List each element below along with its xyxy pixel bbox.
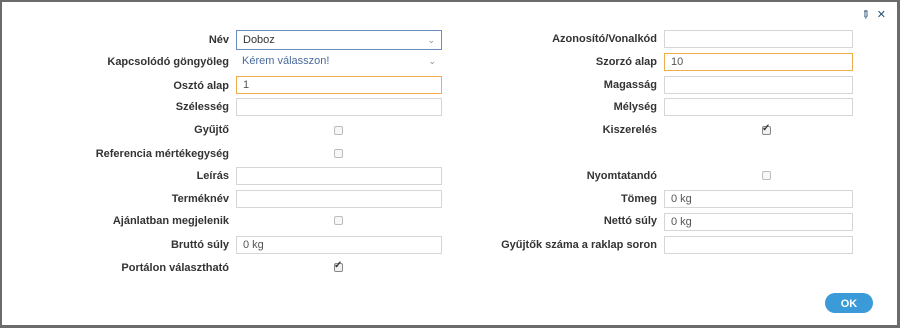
label-oszto-alap: Osztó alap bbox=[173, 80, 229, 92]
label-gyujtok-szama-raklap-soron: Gyűjtők száma a raklap soron bbox=[501, 239, 657, 251]
szorzo-alap-input[interactable]: 10 bbox=[664, 53, 853, 71]
label-portalon-valaszthato: Portálon választható bbox=[121, 262, 229, 274]
chevron-down-icon: ⌄ bbox=[428, 56, 436, 66]
oszto-alap-input[interactable]: 1 bbox=[236, 76, 442, 94]
portalon-valaszthato-checkbox[interactable] bbox=[334, 260, 343, 272]
nev-value: Doboz bbox=[243, 34, 275, 46]
nyomtatando-checkbox[interactable] bbox=[762, 171, 771, 180]
referencia-mertekegyseg-checkbox[interactable] bbox=[334, 149, 343, 158]
label-szelesseg: Szélesség bbox=[175, 101, 229, 113]
szelesseg-input[interactable] bbox=[236, 98, 442, 116]
label-termeknev: Terméknév bbox=[171, 193, 229, 205]
label-brutto-suly: Bruttó súly bbox=[170, 239, 229, 251]
kapcsolodo-gongyoleg-value: Kérem válasszon! bbox=[242, 55, 330, 67]
gyujtok-szama-raklap-soron-input[interactable] bbox=[664, 236, 853, 254]
tomeg-input[interactable]: 0 kg bbox=[664, 190, 853, 208]
label-nev: Név bbox=[208, 34, 229, 46]
label-kapcsolodo-gongyoleg: Kapcsolódó göngyöleg bbox=[107, 56, 229, 68]
netto-suly-input[interactable]: 0 kg bbox=[664, 213, 853, 231]
label-azonosito-vonalkod: Azonosító/Vonalkód bbox=[552, 33, 657, 45]
gyujto-checkbox[interactable] bbox=[334, 126, 343, 135]
kiszereles-checkbox[interactable] bbox=[762, 123, 771, 135]
label-netto-suly: Nettó súly bbox=[603, 215, 657, 227]
kapcsolodo-gongyoleg-select[interactable]: Kérem válasszon! ⌄ bbox=[236, 52, 442, 72]
label-leiras: Leírás bbox=[196, 170, 229, 182]
leiras-input[interactable] bbox=[236, 167, 442, 185]
ajanlatban-megjelenik-checkbox[interactable] bbox=[334, 216, 343, 225]
azonosito-vonalkod-input[interactable] bbox=[664, 30, 853, 48]
dialog-frame bbox=[0, 0, 900, 328]
label-referencia-mertekegyseg: Referencia mértékegység bbox=[95, 148, 229, 160]
nev-select[interactable]: Doboz ⌄ bbox=[236, 30, 442, 50]
dialog-toolbar: ✎ ✕ bbox=[857, 8, 886, 23]
ok-button[interactable]: OK bbox=[825, 293, 873, 313]
chevron-down-icon: ⌄ bbox=[427, 35, 435, 45]
label-gyujto: Gyűjtő bbox=[194, 124, 229, 136]
label-melyseg: Mélység bbox=[613, 101, 657, 113]
label-tomeg: Tömeg bbox=[620, 193, 657, 205]
label-nyomtatando: Nyomtatandó bbox=[586, 170, 657, 182]
melyseg-input[interactable] bbox=[664, 98, 853, 116]
label-kiszereles: Kiszerelés bbox=[602, 124, 657, 136]
frame-border-left bbox=[0, 0, 2, 328]
label-szorzo-alap: Szorzó alap bbox=[595, 56, 657, 68]
pencil-icon[interactable]: ✎ bbox=[857, 8, 872, 23]
label-magassag: Magasság bbox=[603, 79, 657, 91]
termeknev-input[interactable] bbox=[236, 190, 442, 208]
magassag-input[interactable] bbox=[664, 76, 853, 94]
brutto-suly-input[interactable]: 0 kg bbox=[236, 236, 442, 254]
close-icon[interactable]: ✕ bbox=[877, 10, 886, 21]
frame-border-top bbox=[0, 0, 900, 2]
label-ajanlatban-megjelenik: Ajánlatban megjelenik bbox=[112, 215, 229, 227]
